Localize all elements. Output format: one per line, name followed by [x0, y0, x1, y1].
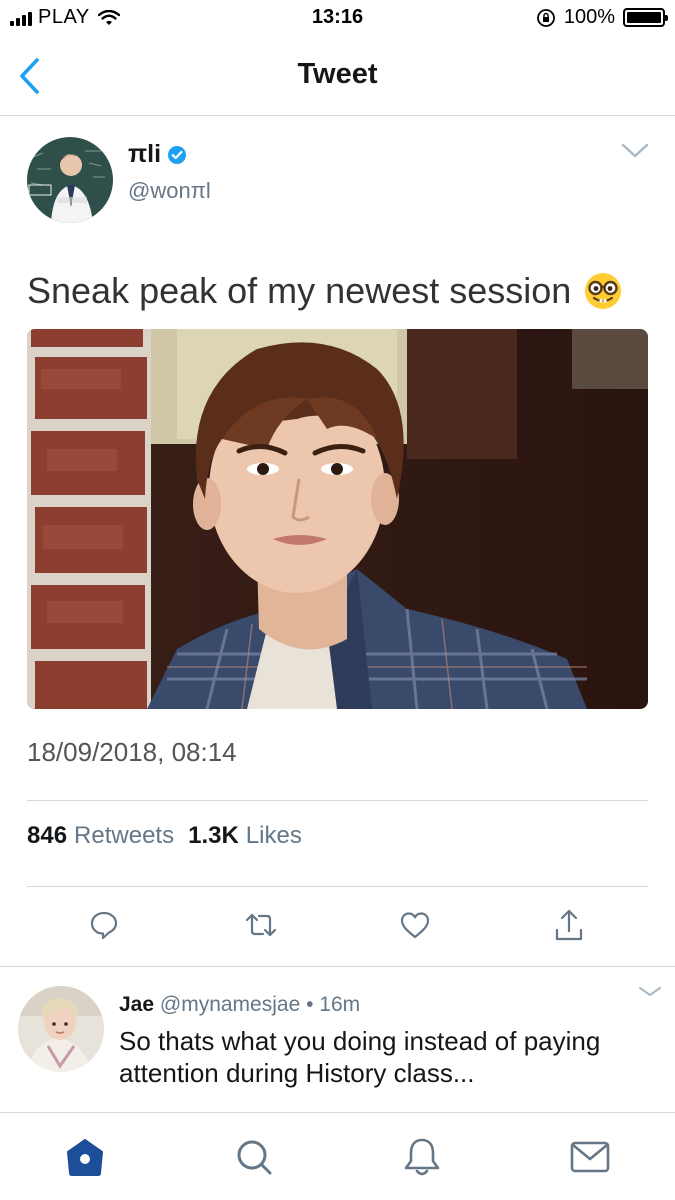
tab-messages[interactable] [568, 1135, 612, 1179]
reply-separator: • [300, 993, 320, 1016]
author-handle[interactable]: @wonπl [128, 178, 211, 204]
tweet-stats: 846 Retweets 1.3K Likes [27, 822, 316, 850]
likes-label[interactable]: Likes [246, 822, 302, 850]
battery-percent: 100% [563, 6, 615, 28]
share-icon [555, 909, 583, 941]
tab-bar [0, 1112, 675, 1200]
home-icon [67, 1139, 103, 1176]
reply-author-name[interactable]: Jae [119, 993, 154, 1016]
author-name-row[interactable]: πli [128, 140, 187, 169]
tab-search[interactable] [232, 1135, 276, 1179]
author-avatar[interactable] [27, 137, 113, 223]
tweet-text: Sneak peak of my newest session [27, 270, 623, 312]
retweet-button[interactable] [241, 905, 281, 945]
tab-notifications[interactable] [400, 1135, 444, 1179]
battery-fill [627, 12, 661, 23]
reply-avatar[interactable] [18, 986, 104, 1072]
page-title: Tweet [297, 58, 378, 90]
divider [27, 800, 648, 801]
reply-options-button[interactable] [636, 983, 664, 1001]
orientation-lock-icon [536, 8, 556, 28]
tweet-actions [0, 905, 675, 949]
battery-icon [623, 8, 668, 27]
nerd-face-emoji-icon [583, 271, 623, 311]
reply-button[interactable] [84, 905, 124, 945]
tab-home[interactable] [63, 1135, 107, 1179]
tweet-photo[interactable] [27, 329, 648, 709]
status-bar: PLAY 13:16 100% [0, 0, 675, 36]
verified-badge-icon [167, 145, 187, 165]
search-icon [237, 1140, 272, 1175]
reply-age: 16m [319, 993, 361, 1016]
tweet-body: Sneak peak of my newest session [27, 270, 572, 311]
tweet-options-button[interactable] [620, 140, 650, 162]
reply-author-handle[interactable]: @mynamesjae [160, 993, 300, 1016]
messages-icon [570, 1141, 610, 1173]
retweets-count[interactable]: 846 [27, 822, 67, 850]
chevron-down-icon [639, 987, 661, 996]
reply-icon [90, 911, 118, 940]
chevron-down-icon [621, 143, 649, 158]
author-name: πli [128, 140, 162, 168]
tweet-timestamp: 18/09/2018, 08:14 [27, 737, 237, 767]
likes-count[interactable]: 1.3K [188, 822, 239, 850]
share-button[interactable] [549, 905, 589, 945]
retweet-icon [245, 913, 277, 937]
divider [0, 966, 675, 967]
nav-bar: Tweet [0, 36, 675, 116]
status-right: 100% [536, 6, 668, 29]
like-icon [400, 912, 430, 939]
reply-text: So thats what you doing instead of payin… [119, 1026, 601, 1088]
notifications-icon [404, 1138, 440, 1176]
like-button[interactable] [395, 905, 435, 945]
reply-header: Jae @mynamesjae • 16m [119, 993, 360, 1017]
retweets-label[interactable]: Retweets [74, 822, 174, 850]
divider [27, 886, 648, 887]
